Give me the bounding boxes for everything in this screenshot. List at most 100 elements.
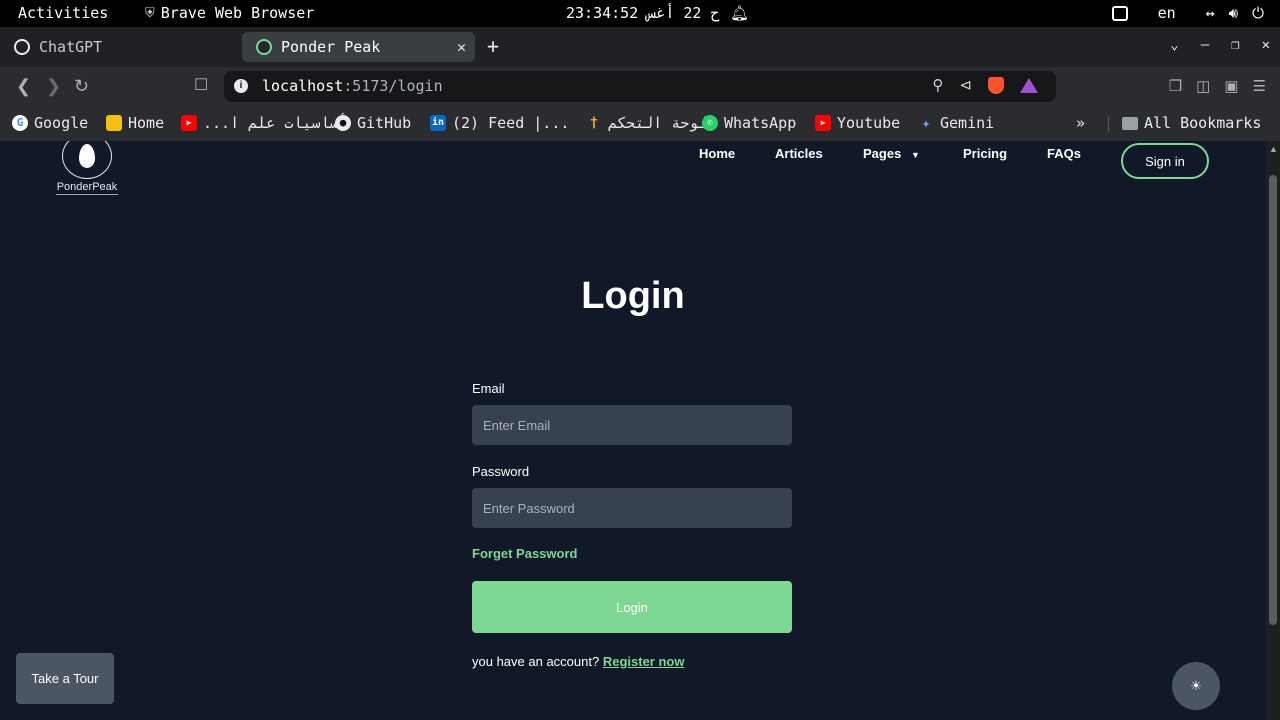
share-icon[interactable]: ⊲ bbox=[959, 76, 972, 94]
notification-bell-icon[interactable]: 🔔︎ bbox=[730, 4, 749, 22]
back-icon[interactable]: ❮ bbox=[16, 76, 31, 96]
bookmark-dashboard[interactable]: † لوحة التحكم bbox=[586, 114, 708, 132]
web-page: PonderPeak Home Articles Pages ▼ Pricing… bbox=[0, 141, 1266, 720]
tab-label: ChatGPT bbox=[39, 38, 103, 56]
address-bar-icons: ⚲ ⊲ bbox=[932, 76, 1038, 94]
login-button[interactable]: Login bbox=[472, 581, 792, 633]
tab-list-icon[interactable]: ⌄ bbox=[1170, 37, 1178, 53]
scrollbar-thumb[interactable] bbox=[1269, 175, 1277, 625]
close-tab-icon[interactable]: ✕ bbox=[457, 38, 466, 56]
browser-actions: ❒ ◫ ▣ ☰ bbox=[1169, 77, 1266, 95]
bookmark-icon[interactable]: ☐ bbox=[194, 76, 208, 96]
nav-pricing[interactable]: Pricing bbox=[963, 146, 1007, 161]
sign-in-button[interactable]: Sign in bbox=[1121, 143, 1209, 179]
linkedin-icon: in bbox=[430, 115, 446, 131]
maximize-button[interactable]: ❐ bbox=[1231, 37, 1239, 53]
tab-label: Ponder Peak bbox=[281, 38, 381, 56]
bookmarks-bar: G Google Home ▶ أساسيات علم ا... ● GitHu… bbox=[0, 107, 1280, 141]
bookmark-label: أساسيات علم ا... bbox=[203, 114, 348, 132]
bookmark-label: WhatsApp bbox=[724, 114, 797, 132]
tab-chatgpt[interactable]: ChatGPT bbox=[0, 32, 235, 62]
forgot-password-link[interactable]: Forget Password bbox=[472, 546, 792, 561]
bookmark-label: Home bbox=[128, 114, 165, 132]
bookmark-gemini[interactable]: ✦ Gemini bbox=[918, 114, 994, 132]
sun-icon: ☀ bbox=[1190, 678, 1202, 693]
email-label: Email bbox=[472, 381, 505, 396]
site-logo[interactable]: PonderPeak bbox=[54, 141, 120, 197]
wallet-icon[interactable]: ▣ bbox=[1224, 77, 1238, 95]
new-tab-button[interactable]: + bbox=[487, 36, 499, 56]
volume-icon[interactable]: 🔊︎ bbox=[1229, 4, 1238, 22]
menu-icon[interactable]: ☰ bbox=[1253, 77, 1266, 95]
logo-underline bbox=[56, 194, 118, 195]
page-scrollbar[interactable]: ▲ bbox=[1266, 141, 1280, 720]
take-tour-button[interactable]: Take a Tour bbox=[16, 653, 114, 704]
password-label: Password bbox=[472, 464, 530, 479]
forward-icon[interactable]: ❯ bbox=[46, 76, 61, 96]
nav-home[interactable]: Home bbox=[699, 146, 735, 161]
logo-text: PonderPeak bbox=[56, 181, 118, 193]
torch-icon: † bbox=[589, 115, 599, 131]
minimize-button[interactable]: — bbox=[1201, 37, 1209, 53]
caret-down-icon: ▼ bbox=[910, 149, 920, 160]
folder-icon bbox=[1122, 116, 1138, 130]
screen-share-icon[interactable] bbox=[1111, 5, 1128, 21]
bookmark-linkedin[interactable]: in (2) Feed |... bbox=[430, 114, 569, 132]
network-icon[interactable]: ↔ bbox=[1206, 4, 1215, 22]
flame-icon bbox=[79, 144, 95, 168]
sidebar-icon[interactable]: ◫ bbox=[1196, 77, 1210, 95]
bookmark-google[interactable]: G Google bbox=[12, 114, 88, 132]
nav-pages[interactable]: Pages ▼ bbox=[863, 146, 920, 161]
youtube-icon: ▶ bbox=[815, 115, 831, 131]
bookmark-youtube-arabic[interactable]: ▶ أساسيات علم ا... bbox=[181, 114, 348, 132]
scroll-up-icon[interactable]: ▲ bbox=[1269, 144, 1278, 154]
system-tray[interactable]: en ↔ 🔊︎ ⏻ bbox=[1111, 4, 1264, 22]
reload-icon[interactable]: ↻ bbox=[74, 76, 89, 96]
url-text[interactable]: localhost:5173/login bbox=[262, 77, 443, 95]
nav-faqs[interactable]: FAQs bbox=[1047, 146, 1081, 161]
register-prompt: you have an account? Register now bbox=[472, 654, 792, 669]
password-field[interactable] bbox=[472, 488, 792, 528]
all-bookmarks[interactable]: All Bookmarks bbox=[1122, 114, 1261, 132]
site-info-icon[interactable]: i bbox=[234, 79, 248, 93]
toolbar: ❮ ❯ ↻ ☐ i localhost:5173/login ⚲ ⊲ ❒ ◫ ▣… bbox=[0, 67, 1280, 107]
bookmarks-overflow-icon[interactable]: » bbox=[1076, 114, 1085, 132]
gemini-icon: ✦ bbox=[921, 114, 931, 132]
url-path: :5173/login bbox=[343, 77, 443, 95]
home-icon bbox=[106, 115, 122, 131]
chatgpt-icon bbox=[14, 39, 30, 55]
bookmark-label: GitHub bbox=[357, 114, 412, 132]
clock[interactable]: ح 22 أغس 23:34:52 bbox=[566, 4, 720, 22]
theme-toggle-button[interactable]: ☀ bbox=[1172, 662, 1220, 710]
bookmark-home[interactable]: Home bbox=[106, 114, 164, 132]
register-prompt-text: you have an account? bbox=[472, 654, 600, 669]
brave-rewards-icon[interactable] bbox=[1020, 77, 1038, 93]
keyboard-layout[interactable]: en bbox=[1158, 4, 1176, 22]
brave-shields-icon[interactable] bbox=[988, 76, 1004, 94]
bookmark-label: (2) Feed |... bbox=[452, 114, 570, 132]
window-controls: ⌄ — ❐ ✕ bbox=[1170, 37, 1270, 53]
bookmark-label: Gemini bbox=[940, 114, 995, 132]
logo-circle bbox=[62, 141, 112, 179]
address-bar[interactable]: i localhost:5173/login ⚲ ⊲ bbox=[224, 71, 1056, 102]
page-title: Login bbox=[581, 275, 685, 317]
zoom-icon[interactable]: ⚲ bbox=[932, 76, 943, 94]
bookmark-label: Google bbox=[34, 114, 89, 132]
bookmark-label: All Bookmarks bbox=[1144, 114, 1262, 132]
register-link[interactable]: Register now bbox=[603, 654, 685, 669]
nav-articles[interactable]: Articles bbox=[775, 146, 823, 161]
tab-ponder-peak[interactable]: Ponder Peak ✕ bbox=[242, 32, 475, 62]
power-icon[interactable]: ⏻ bbox=[1252, 4, 1264, 22]
bookmark-whatsapp[interactable]: ✆ WhatsApp bbox=[702, 114, 796, 132]
close-window-button[interactable]: ✕ bbox=[1262, 37, 1270, 53]
extensions-icon[interactable]: ❒ bbox=[1169, 77, 1182, 95]
bookmarks-divider: | bbox=[1104, 114, 1114, 132]
bookmark-github[interactable]: ● GitHub bbox=[335, 114, 411, 132]
system-top-bar: Activities ⛨ Brave Web Browser ح 22 أغس … bbox=[0, 0, 1280, 27]
app-menu[interactable]: ⛨ Brave Web Browser bbox=[145, 4, 314, 22]
bookmark-youtube[interactable]: ▶ Youtube bbox=[815, 114, 900, 132]
activities-button[interactable]: Activities bbox=[18, 4, 108, 22]
email-field[interactable] bbox=[472, 405, 792, 445]
github-icon: ● bbox=[335, 115, 351, 131]
url-host: localhost bbox=[262, 77, 344, 95]
